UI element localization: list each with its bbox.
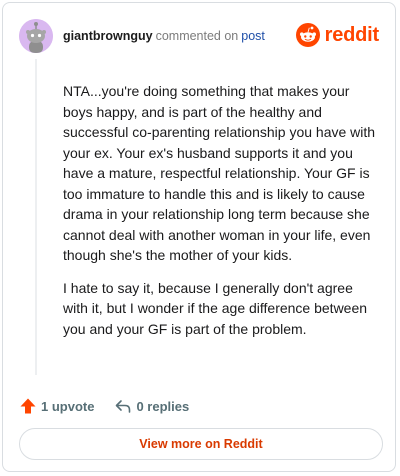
comment-meta: giantbrownguy commented on post bbox=[63, 29, 265, 43]
reddit-brand[interactable]: reddit bbox=[295, 21, 380, 49]
comment-header: giantbrownguy commented on post reddit bbox=[19, 17, 381, 57]
reply-arrow-icon bbox=[116, 400, 131, 413]
comment-paragraph: I hate to say it, because I generally do… bbox=[63, 279, 368, 337]
reddit-logo-icon bbox=[295, 23, 320, 47]
commented-on-text: commented on bbox=[155, 29, 239, 43]
snoo-avatar-icon bbox=[19, 19, 53, 53]
comment-card: giantbrownguy commented on post reddit NTA… bbox=[2, 2, 396, 472]
comment-body: NTA...you're doing something that makes … bbox=[63, 81, 379, 351]
comment-paragraph: NTA...you're doing something that makes … bbox=[63, 83, 376, 263]
replies-count: 0 replies bbox=[136, 398, 190, 414]
view-more-button[interactable]: View more on Reddit bbox=[19, 428, 383, 460]
upvote-count: 1 upvote bbox=[41, 398, 95, 414]
reddit-wordmark: reddit bbox=[324, 23, 380, 46]
avatar[interactable] bbox=[19, 19, 53, 53]
post-link[interactable]: post bbox=[241, 29, 265, 43]
replies-button[interactable]: 0 replies bbox=[114, 397, 189, 415]
comment-actions: 1 upvote 0 replies bbox=[19, 395, 189, 417]
upvote-arrow-icon bbox=[20, 398, 36, 414]
author-name[interactable]: giantbrownguy bbox=[63, 29, 153, 43]
upvote-button[interactable]: 1 upvote bbox=[19, 397, 94, 415]
thread-line bbox=[35, 59, 37, 375]
